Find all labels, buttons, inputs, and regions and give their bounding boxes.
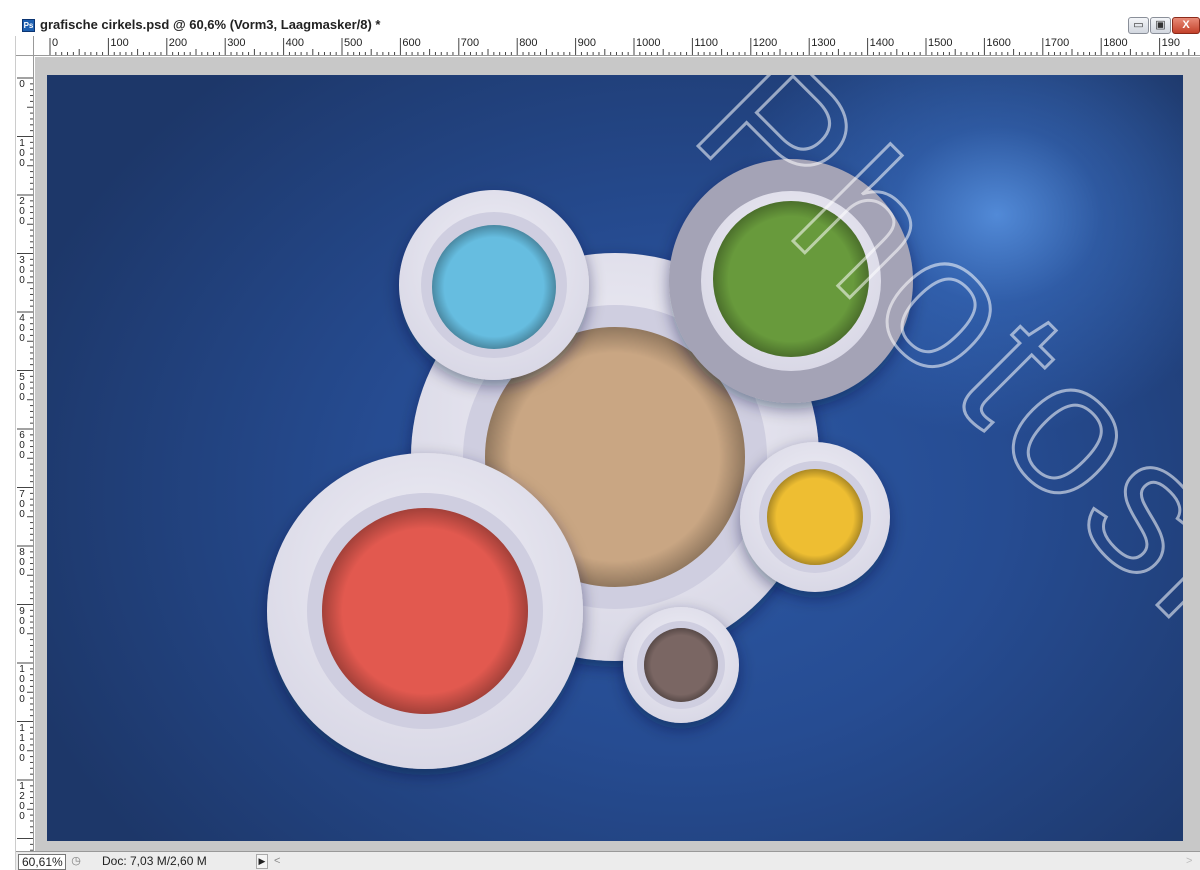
ruler-label: 200 [19,196,25,227]
workspace[interactable]: Photoshop [35,57,1200,851]
ruler-label: 1100 [694,37,719,49]
ruler-label: 600 [19,430,25,461]
ruler-label: 900 [577,37,596,49]
minimize-button[interactable]: ▭ [1128,17,1149,34]
ruler-label: 400 [285,37,304,49]
ruler-label: 900 [19,605,25,637]
brown-circle-shade [644,628,718,702]
scroll-right-arrow-icon[interactable]: > [1186,854,1192,869]
ruler-label: 100 [110,37,129,49]
green-circle-shade [713,201,869,357]
horizontal-ruler-ticks [49,38,1196,55]
ruler-label: 500 [19,371,25,403]
title-bar[interactable]: Ps grafische cirkels.psd @ 60,6% (Vorm3,… [0,16,1200,35]
blue-circle-shade [432,225,556,349]
ruler-label: 1600 [986,37,1011,49]
ruler-label: 190 [1161,37,1180,49]
ruler-label: 800 [519,37,538,49]
ruler-label: 700 [460,37,480,49]
ruler-label: 700 [19,488,25,520]
ruler-label: 200 [168,37,188,49]
zoom-preview-icon[interactable]: ◷ [68,854,84,869]
ruler-label: 1000 [19,664,25,705]
ruler-label: 1400 [869,37,895,49]
red-circle-shade [322,508,528,714]
ruler-label: 1200 [19,781,25,822]
status-bar: 60,61% ◷ Doc: 7,03 M/2,60 M ▶ < > [16,851,1200,870]
document-title: grafische cirkels.psd @ 60,6% (Vorm3, La… [40,17,381,32]
ruler-origin[interactable] [16,36,34,56]
ruler-label: 1300 [811,37,836,49]
ruler-label: 600 [402,37,421,49]
ruler-label: 1000 [636,37,661,49]
circles-artwork [267,159,913,769]
photoshop-app-icon: Ps [22,19,35,32]
close-icon: X [1182,19,1190,31]
scroll-left-arrow-icon[interactable]: < [274,854,280,869]
document-window: Ps grafische cirkels.psd @ 60,6% (Vorm3,… [0,0,1200,870]
ruler-label: 300 [19,254,25,286]
close-button[interactable]: X [1172,17,1200,34]
image-canvas[interactable]: Photoshop [47,75,1183,841]
ruler-label: 300 [227,37,246,49]
ruler-label: 1700 [1044,37,1070,49]
ruler-label: 1800 [1103,37,1128,49]
play-arrow-icon: ▶ [258,856,266,866]
ruler-label: 100 [19,137,25,169]
horizontal-ruler[interactable]: 0 100 200 300 400 500 600 700 800 900 1000 1100 1200… [34,36,1200,56]
ruler-label: 0 [19,79,25,90]
ruler-label: 800 [19,547,25,578]
minimize-icon: ▭ [1133,19,1144,31]
document-size-info: Doc: 7,03 M/2,60 M [102,854,207,868]
ruler-label: 500 [344,37,363,49]
ruler-label: 1500 [928,37,953,49]
zoom-level-field[interactable]: 60,61% [18,854,66,870]
panel-edge [0,36,16,870]
vertical-ruler[interactable]: 0 100 200 300 400 500 600 700 800 900 1000 1100 1200 [16,56,34,851]
ruler-label: 1200 [752,37,778,49]
status-menu-button[interactable]: ▶ [256,854,268,869]
yellow-circle-shade [767,469,863,565]
ruler-label: 1100 [19,722,25,764]
maximize-icon: ▣ [1155,19,1166,31]
maximize-button[interactable]: ▣ [1150,17,1171,34]
ruler-label: 0 [52,37,59,49]
ruler-label: 400 [19,313,25,344]
